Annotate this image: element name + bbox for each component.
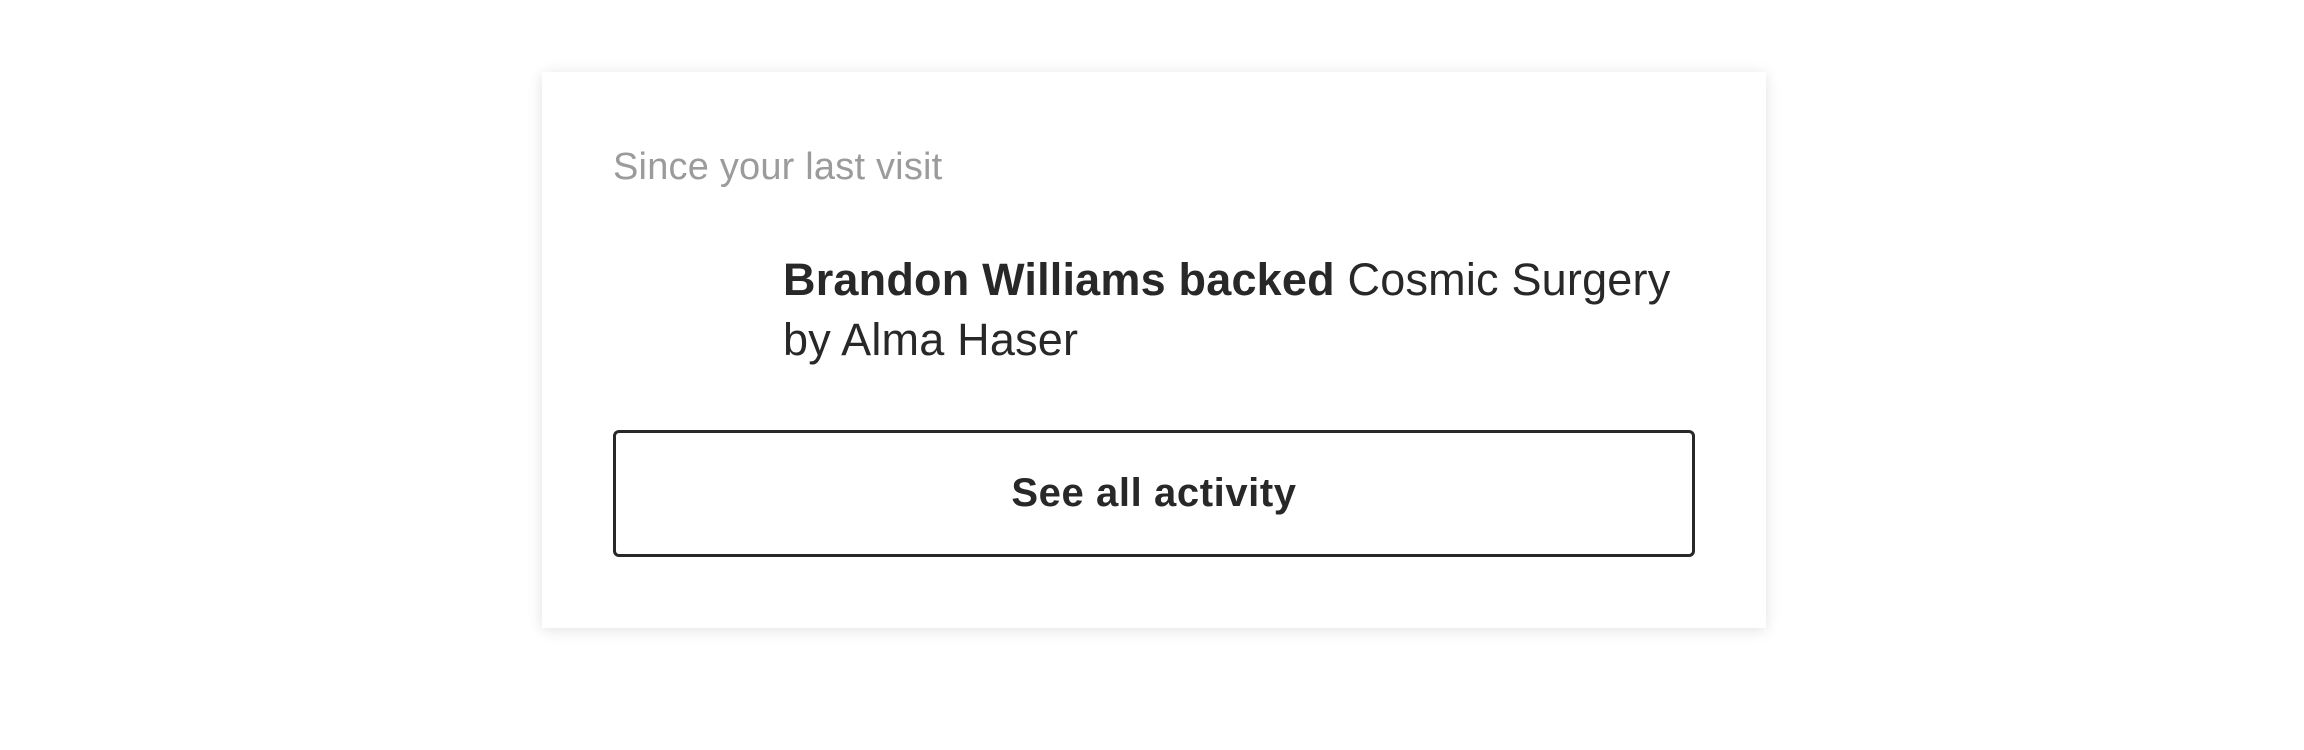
project-thumbnail[interactable]	[613, 250, 733, 370]
activity-list-item[interactable]: Brandon Williams backed Cosmic Surgery by…	[613, 250, 1703, 380]
activity-description: Brandon Williams backed Cosmic Surgery by…	[783, 250, 1703, 370]
activity-project-title[interactable]: Cosmic Surgery	[1348, 254, 1671, 305]
activity-card: Since your last visit Brandon Williams b…	[542, 72, 1766, 628]
activity-actor[interactable]: Brandon Williams backed	[783, 254, 1335, 305]
since-last-visit-heading: Since your last visit	[613, 146, 943, 188]
activity-project-creator: by Alma Haser	[783, 314, 1079, 365]
see-all-activity-button[interactable]: See all activity	[613, 430, 1695, 557]
